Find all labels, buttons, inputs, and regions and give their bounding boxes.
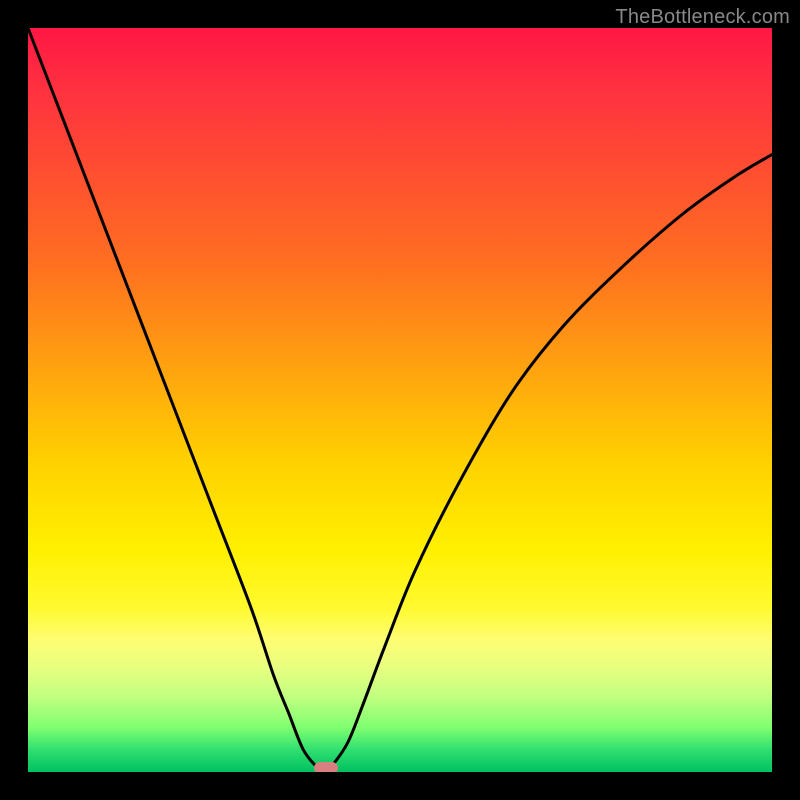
bottleneck-curve-path — [28, 28, 772, 772]
plot-area — [28, 28, 772, 772]
minimum-marker — [314, 762, 338, 772]
curve-svg — [28, 28, 772, 772]
chart-container: TheBottleneck.com — [0, 0, 800, 800]
watermark-label: TheBottleneck.com — [615, 6, 790, 29]
